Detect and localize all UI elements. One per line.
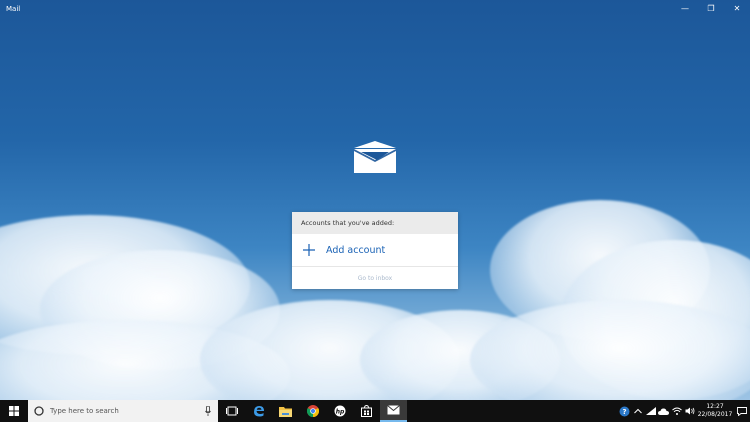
wifi-icon[interactable] [670,400,683,422]
mail-logo-icon [354,141,396,173]
taskbar-search-box[interactable]: Type here to search [28,400,218,422]
svg-text:?: ? [622,408,626,416]
window-controls: — ❐ ✕ [672,0,750,17]
edge-icon[interactable] [245,400,272,422]
file-explorer-icon[interactable] [272,400,299,422]
accounts-panel: Accounts that you've added: Add account … [292,212,458,289]
plus-icon [303,244,315,256]
mail-icon[interactable] [380,400,407,422]
app-title: Mail [6,4,21,13]
clock-date: 22/08/2017 [697,411,733,418]
desktop-background [0,0,750,400]
clock-time: 12:27 [706,403,724,410]
add-account-button[interactable]: Add account [292,234,458,267]
cortana-icon [34,406,44,416]
search-placeholder: Type here to search [50,407,119,415]
system-tray: ? 12:27 22/08/2017 [618,400,750,422]
network-icon[interactable] [644,400,657,422]
task-view-icon[interactable] [218,400,245,422]
volume-icon[interactable] [683,400,696,422]
go-to-inbox-link[interactable]: Go to inbox [292,267,458,289]
accounts-header: Accounts that you've added: [292,212,458,234]
start-button[interactable] [0,400,28,422]
taskbar-clock[interactable]: 12:27 22/08/2017 [696,403,734,419]
windows-logo-icon [9,406,19,416]
close-button[interactable]: ✕ [724,0,750,17]
add-account-label: Add account [326,244,386,256]
chevron-up-icon[interactable] [631,400,644,422]
restore-button[interactable]: ❐ [698,0,724,17]
action-center-icon[interactable] [734,400,750,422]
svg-text:hp: hp [335,408,344,415]
hp-icon[interactable]: hp [326,400,353,422]
microphone-icon[interactable] [205,406,211,416]
onedrive-icon[interactable] [657,400,670,422]
chrome-icon[interactable] [299,400,326,422]
title-bar[interactable]: Mail — ❐ ✕ [0,0,750,17]
taskbar: Type here to search hp ? 12:27 22/08/201… [0,400,750,422]
cloud-decoration [470,300,750,400]
store-icon[interactable] [353,400,380,422]
minimize-button[interactable]: — [672,0,698,17]
help-icon[interactable]: ? [618,400,631,422]
